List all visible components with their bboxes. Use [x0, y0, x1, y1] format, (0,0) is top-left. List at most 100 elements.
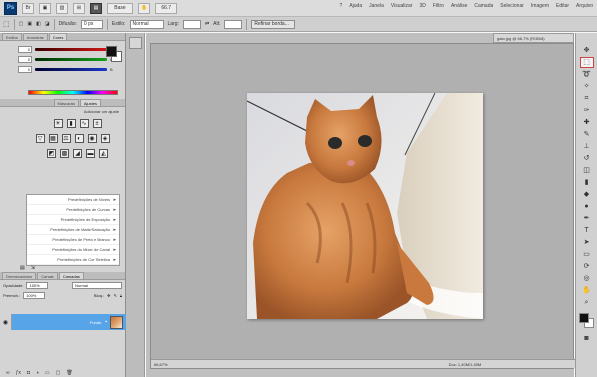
- menu-item-3d[interactable]: 3D: [419, 3, 425, 9]
- height-input[interactable]: [224, 19, 243, 29]
- arrange-documents-button[interactable]: ⊞: [73, 2, 85, 14]
- levels-icon[interactable]: ▮: [66, 119, 76, 128]
- image-canvas[interactable]: [247, 93, 483, 319]
- tab-mascaras[interactable]: Máscaras: [53, 99, 79, 106]
- refine-edge-button[interactable]: Refinar borda...: [251, 19, 296, 29]
- color-balance-icon[interactable]: ⚖: [61, 134, 71, 143]
- list-item[interactable]: Predefinições de Preto e Branco: [27, 235, 119, 245]
- add-mask-icon[interactable]: ◘: [27, 370, 30, 376]
- intersect-selection-icon[interactable]: ◪: [45, 21, 50, 27]
- list-item[interactable]: Predefinições de Matiz/Saturação: [27, 225, 119, 235]
- menu-item-filtro[interactable]: Filtro: [433, 3, 444, 9]
- marquee-tool-icon[interactable]: ⬚: [3, 20, 10, 28]
- eraser-tool-icon[interactable]: ◫: [580, 165, 594, 176]
- 3d-rotate-tool-icon[interactable]: ⟳: [580, 261, 594, 272]
- gradient-tool-icon[interactable]: ▮: [580, 177, 594, 188]
- path-selection-tool-icon[interactable]: ➤: [580, 237, 594, 248]
- zoom-level-dropdown[interactable]: 66.7: [155, 2, 178, 14]
- document-tab[interactable]: gato.jpg @ 66,7% (RGB/8): [493, 33, 574, 43]
- shape-tool-icon[interactable]: ▭: [580, 249, 594, 260]
- foreground-color-swatch[interactable]: [578, 313, 589, 323]
- 3d-orbit-tool-icon[interactable]: ◎: [580, 273, 594, 284]
- exposure-icon[interactable]: ±: [92, 119, 102, 128]
- delete-layer-icon[interactable]: 🗑︎: [66, 370, 72, 376]
- pen-tool-icon[interactable]: ✒: [580, 213, 594, 224]
- style-dropdown[interactable]: Normal: [129, 19, 164, 29]
- menu-item-visualizar[interactable]: Visualizar: [391, 3, 413, 9]
- blend-mode-dropdown[interactable]: Normal: [72, 281, 122, 289]
- lock-pixels-icon[interactable]: ✎: [114, 293, 117, 298]
- vibrance-icon[interactable]: ▽: [35, 134, 45, 143]
- tab-cores[interactable]: Cores: [48, 33, 68, 40]
- tab-estilos[interactable]: Estilos: [2, 33, 22, 40]
- threshold-icon[interactable]: ◢: [73, 149, 82, 158]
- history-brush-tool-icon[interactable]: ↺: [580, 153, 594, 164]
- layer-row-background[interactable]: ◉ Fundo ▪: [0, 314, 126, 330]
- bridge-button[interactable]: Br: [22, 2, 34, 14]
- workspace-switcher[interactable]: Base: [107, 2, 133, 14]
- lock-position-icon[interactable]: ✥: [107, 293, 110, 298]
- type-tool-icon[interactable]: T: [580, 225, 594, 236]
- red-slider[interactable]: [35, 47, 107, 51]
- tab-camadas[interactable]: Camadas: [58, 272, 84, 279]
- photo-filter-icon[interactable]: ◉: [87, 134, 97, 143]
- layer-style-icon[interactable]: ƒx: [16, 370, 21, 376]
- quick-mask-icon[interactable]: ◙: [580, 333, 594, 344]
- selective-color-icon[interactable]: ◭: [99, 149, 108, 158]
- black-white-icon[interactable]: ◐: [74, 134, 84, 143]
- move-tool-icon[interactable]: ✥: [580, 45, 594, 56]
- visibility-eye-icon[interactable]: ◉: [0, 314, 12, 330]
- tab-amostras[interactable]: Amostras: [22, 33, 48, 40]
- green-value-input[interactable]: 0: [18, 55, 32, 63]
- tab-demarcadores[interactable]: Demarcadores: [2, 272, 37, 279]
- subtract-selection-icon[interactable]: ◧: [36, 21, 41, 27]
- invert-icon[interactable]: ◩: [47, 149, 56, 158]
- zoom-tool-icon[interactable]: ⌕: [580, 297, 594, 308]
- opacity-input[interactable]: 100%: [26, 281, 49, 289]
- link-layers-icon[interactable]: ∞: [6, 370, 10, 376]
- gradient-map-icon[interactable]: ▬: [86, 149, 95, 158]
- screen-mode-button[interactable]: ▤: [90, 2, 102, 14]
- marquee-tool-icon[interactable]: ⬚: [579, 57, 594, 68]
- healing-brush-tool-icon[interactable]: ✚: [580, 117, 594, 128]
- lasso-tool-icon[interactable]: ➰: [580, 69, 594, 80]
- curves-icon[interactable]: ∿: [79, 119, 89, 128]
- list-item[interactable]: Predefinições de Exposição: [27, 215, 119, 225]
- layer-name[interactable]: Fundo: [12, 320, 105, 325]
- menu-item-help[interactable]: ?: [340, 3, 343, 9]
- menu-item-camada[interactable]: Camada: [474, 3, 493, 9]
- list-item[interactable]: Predefinições de Curvas: [27, 205, 119, 215]
- view-extras-button[interactable]: ▥: [56, 2, 68, 14]
- new-layer-icon[interactable]: ▢: [56, 370, 61, 376]
- blue-value-input[interactable]: 0: [18, 65, 32, 73]
- zoom-status[interactable]: 66,67%: [154, 362, 168, 367]
- collapse-toggle-button[interactable]: [129, 37, 142, 49]
- hand-tool-icon[interactable]: ✋: [580, 285, 594, 296]
- add-selection-icon[interactable]: ▣: [27, 21, 32, 27]
- new-adjustment-icon[interactable]: ◑: [36, 370, 39, 376]
- expand-icon[interactable]: ⇲: [31, 265, 35, 271]
- menu-item-editar[interactable]: Editar: [556, 3, 569, 9]
- panel-options-icon[interactable]: ▤: [20, 265, 25, 271]
- blur-tool-icon[interactable]: ◆: [580, 189, 594, 200]
- list-item[interactable]: Predefinições do Mixer de Canal: [27, 245, 119, 255]
- new-group-icon[interactable]: ▭: [45, 370, 50, 376]
- channel-mixer-icon[interactable]: ◈: [100, 134, 110, 143]
- fill-input[interactable]: 100%: [23, 291, 46, 299]
- list-item[interactable]: Predefinições de Níveis: [27, 195, 119, 205]
- mini-bridge-button[interactable]: ▣: [39, 2, 51, 14]
- green-slider[interactable]: [35, 57, 107, 61]
- lock-all-icon[interactable]: 🔒︎: [120, 293, 122, 298]
- dodge-tool-icon[interactable]: ●: [580, 201, 594, 212]
- brush-tool-icon[interactable]: ✎: [580, 129, 594, 140]
- foreground-color-swatch[interactable]: [106, 46, 117, 57]
- menu-item-ajuda[interactable]: Ajuda: [349, 3, 362, 9]
- menu-item-janela[interactable]: Janela: [369, 3, 384, 9]
- swap-icon[interactable]: ⇄: [205, 21, 209, 27]
- clone-stamp-tool-icon[interactable]: ⊥: [580, 141, 594, 152]
- crop-tool-icon[interactable]: ⌗: [580, 93, 594, 104]
- menu-item-analise[interactable]: Análise: [451, 3, 467, 9]
- feather-input[interactable]: 0 px: [80, 19, 103, 29]
- red-value-input[interactable]: 0: [18, 45, 32, 53]
- eyedropper-tool-icon[interactable]: ✑: [580, 105, 594, 116]
